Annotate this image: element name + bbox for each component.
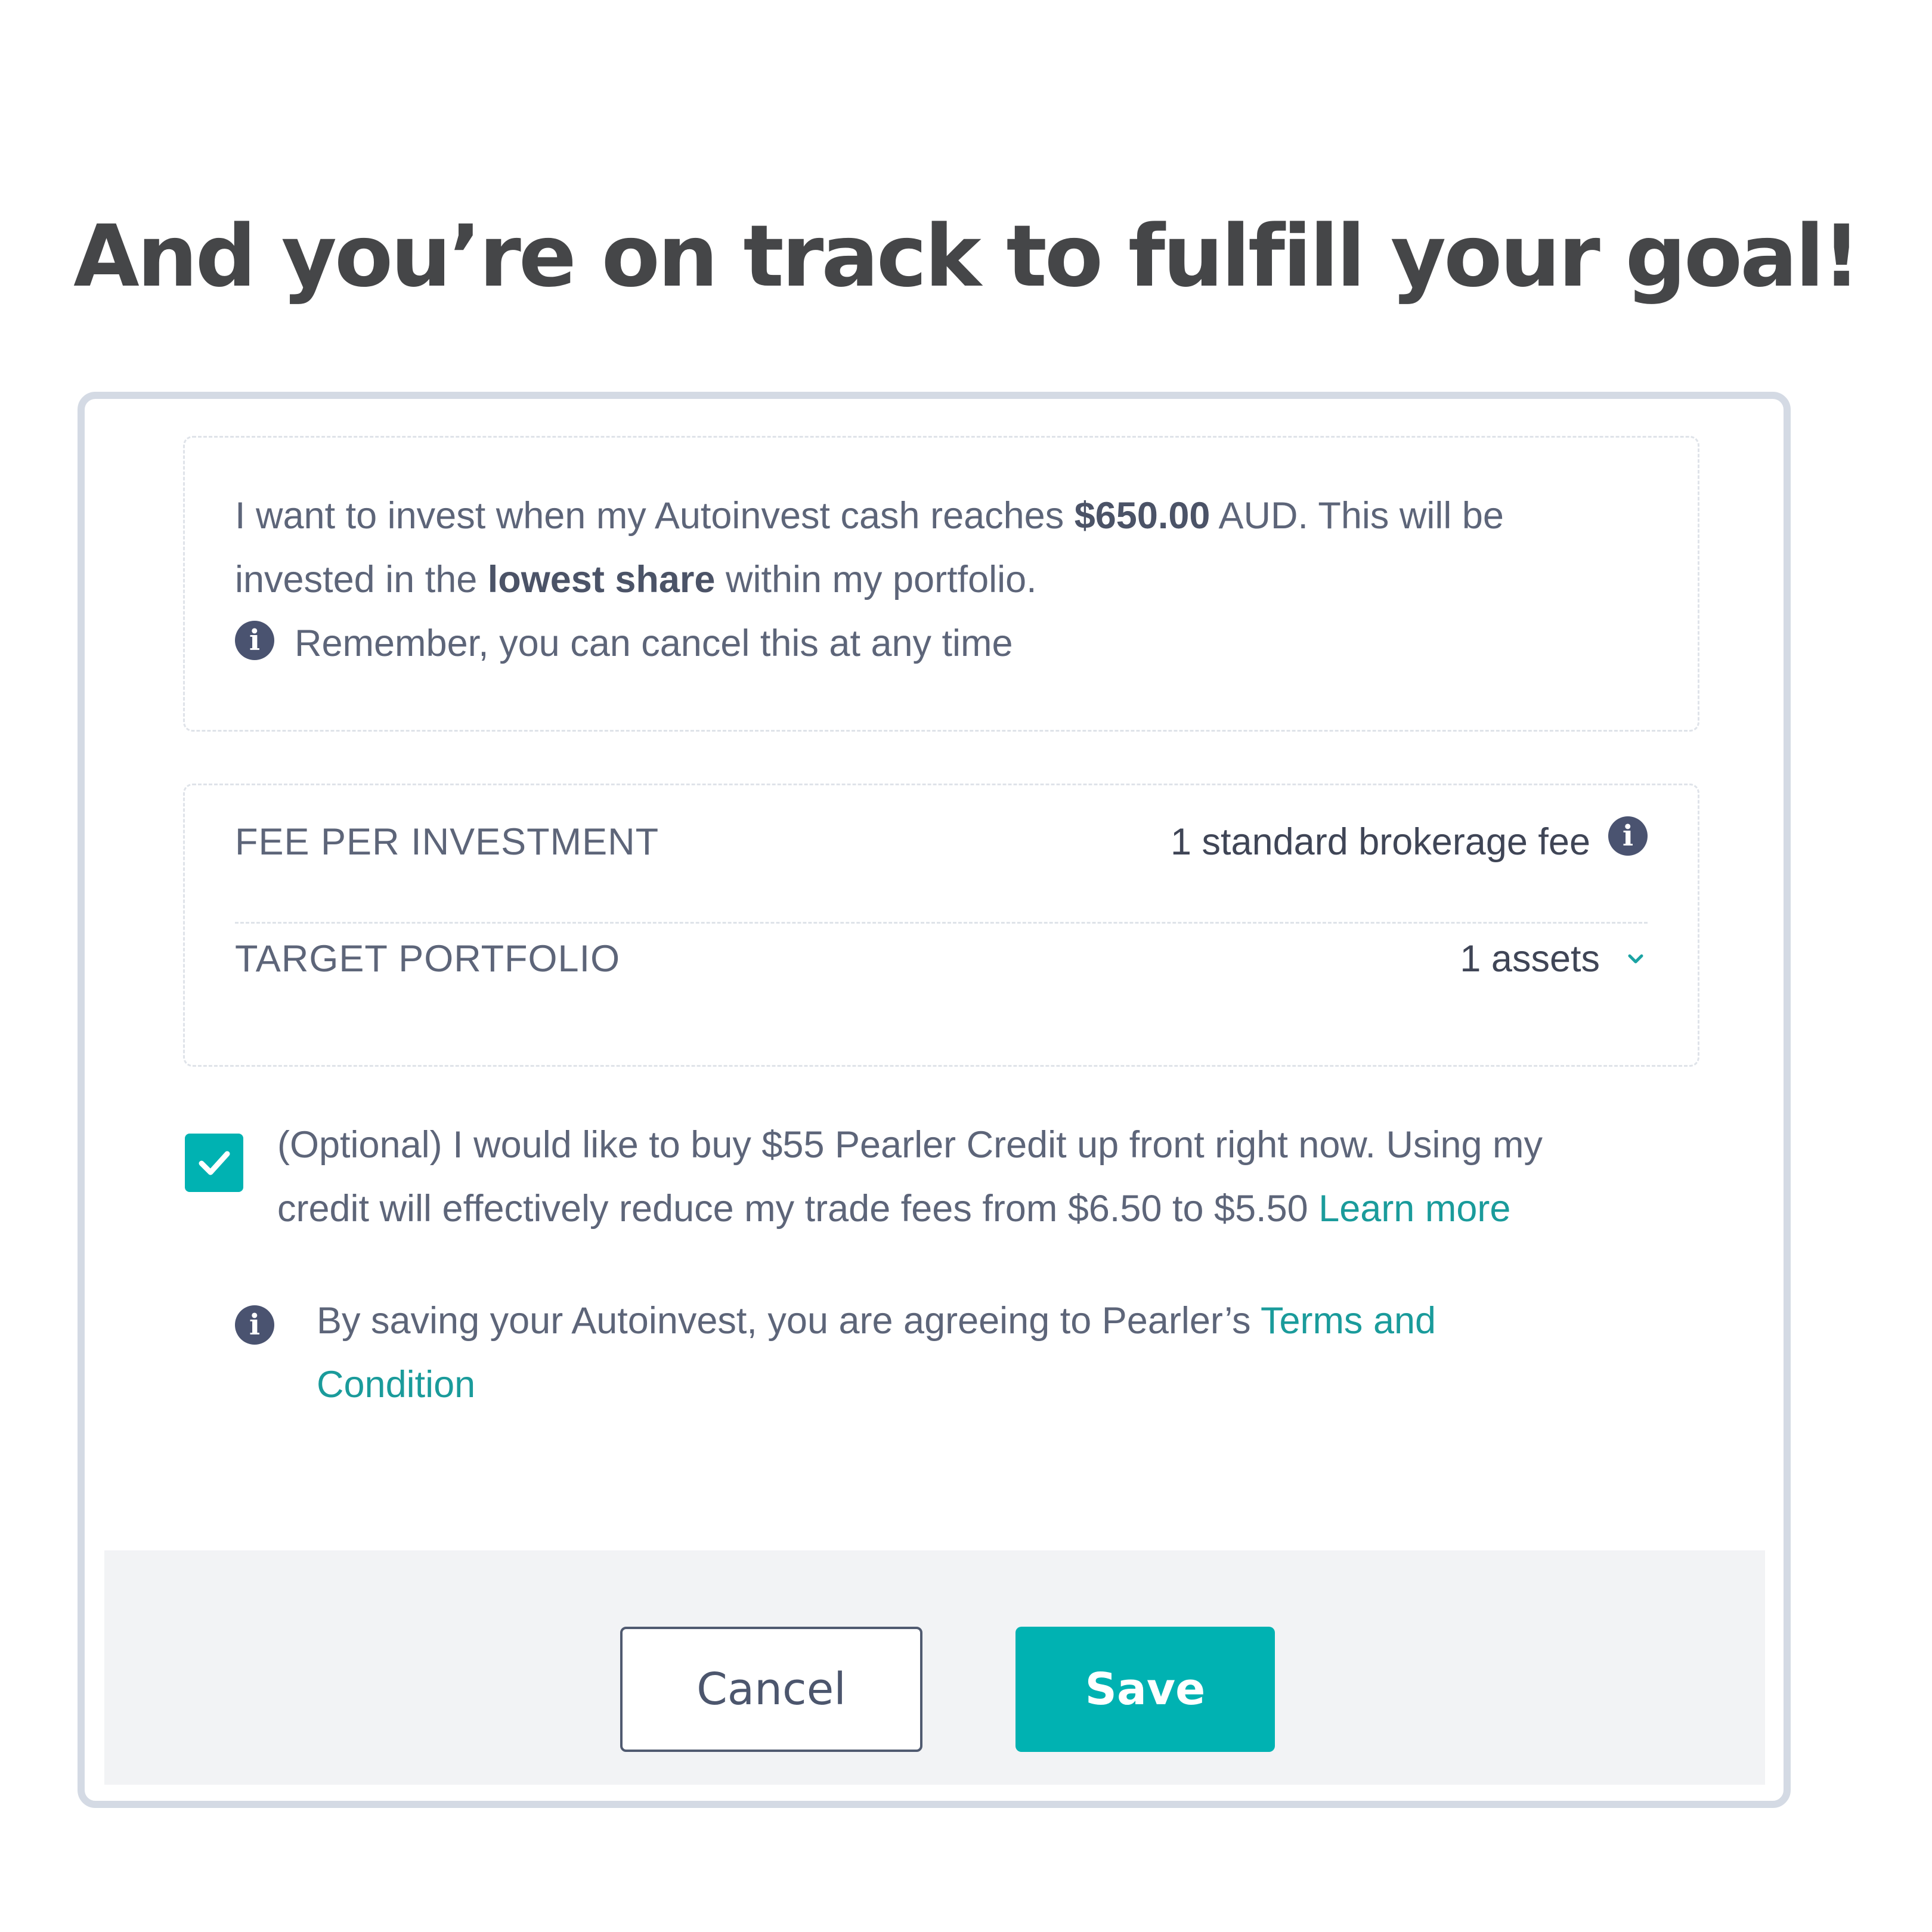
fee-value-wrap: 1 standard brokerage fee i (1171, 816, 1648, 863)
portfolio-label: TARGET PORTFOLIO (235, 938, 621, 980)
info-icon: i (235, 1305, 274, 1345)
page-headline: And you’re on track to fulfill your goal… (73, 206, 1861, 306)
summary-reminder: i Remember, you can cancel this at any t… (235, 612, 1013, 676)
credit-line-2-text: credit will effectively reduce my trade … (277, 1188, 1319, 1230)
autoinvest-card: I want to invest when my Autoinvest cash… (78, 392, 1791, 1808)
chevron-down-icon[interactable] (1624, 947, 1648, 971)
check-icon (199, 1151, 230, 1175)
credit-line-2: credit will effectively reduce my trade … (277, 1177, 1543, 1241)
portfolio-value: 1 assets (1460, 938, 1600, 980)
autoinvest-summary: I want to invest when my Autoinvest cash… (183, 436, 1699, 732)
learn-more-link[interactable]: Learn more (1318, 1188, 1510, 1230)
summary-line-1: I want to invest when my Autoinvest cash… (235, 484, 1504, 548)
autoinvest-details: FEE PER INVESTMENT 1 standard brokerage … (183, 784, 1699, 1067)
fee-row: FEE PER INVESTMENT 1 standard brokerage … (235, 785, 1648, 899)
summary-line2-pre: invested in the (235, 559, 488, 600)
summary-line1-post: AUD. This will be (1210, 495, 1504, 537)
portfolio-row[interactable]: TARGET PORTFOLIO 1 assets (235, 902, 1648, 1015)
action-footer: Cancel Save (104, 1550, 1765, 1785)
terms-link-part-1[interactable]: Terms and (1261, 1300, 1436, 1342)
terms-text: By saving your Autoinvest, you are agree… (317, 1300, 1261, 1342)
summary-line2-post: within my portfolio. (715, 559, 1037, 600)
terms-notice: By saving your Autoinvest, you are agree… (317, 1289, 1436, 1417)
terms-line-2: Condition (317, 1353, 1436, 1417)
summary-line1-pre: I want to invest when my Autoinvest cash… (235, 495, 1075, 537)
fee-value: 1 standard brokerage fee (1171, 821, 1590, 863)
cancel-button[interactable]: Cancel (620, 1627, 922, 1752)
summary-line-2: invested in the lowest share within my p… (235, 548, 1037, 612)
info-icon[interactable]: i (1608, 816, 1648, 856)
credit-option-text: (Optional) I would like to buy $55 Pearl… (277, 1113, 1543, 1241)
info-icon: i (235, 620, 274, 660)
credit-line-1: (Optional) I would like to buy $55 Pearl… (277, 1124, 1543, 1166)
save-button[interactable]: Save (1015, 1627, 1275, 1752)
terms-line-1: By saving your Autoinvest, you are agree… (317, 1289, 1436, 1353)
credit-checkbox[interactable] (185, 1134, 243, 1192)
reminder-text: Remember, you can cancel this at any tim… (295, 623, 1013, 664)
summary-strategy: lowest share (487, 559, 716, 600)
fee-label: FEE PER INVESTMENT (235, 821, 660, 863)
terms-link-part-2[interactable]: Condition (317, 1364, 475, 1405)
summary-amount: $650.00 (1074, 495, 1210, 537)
portfolio-value-wrap[interactable]: 1 assets (1460, 937, 1648, 980)
